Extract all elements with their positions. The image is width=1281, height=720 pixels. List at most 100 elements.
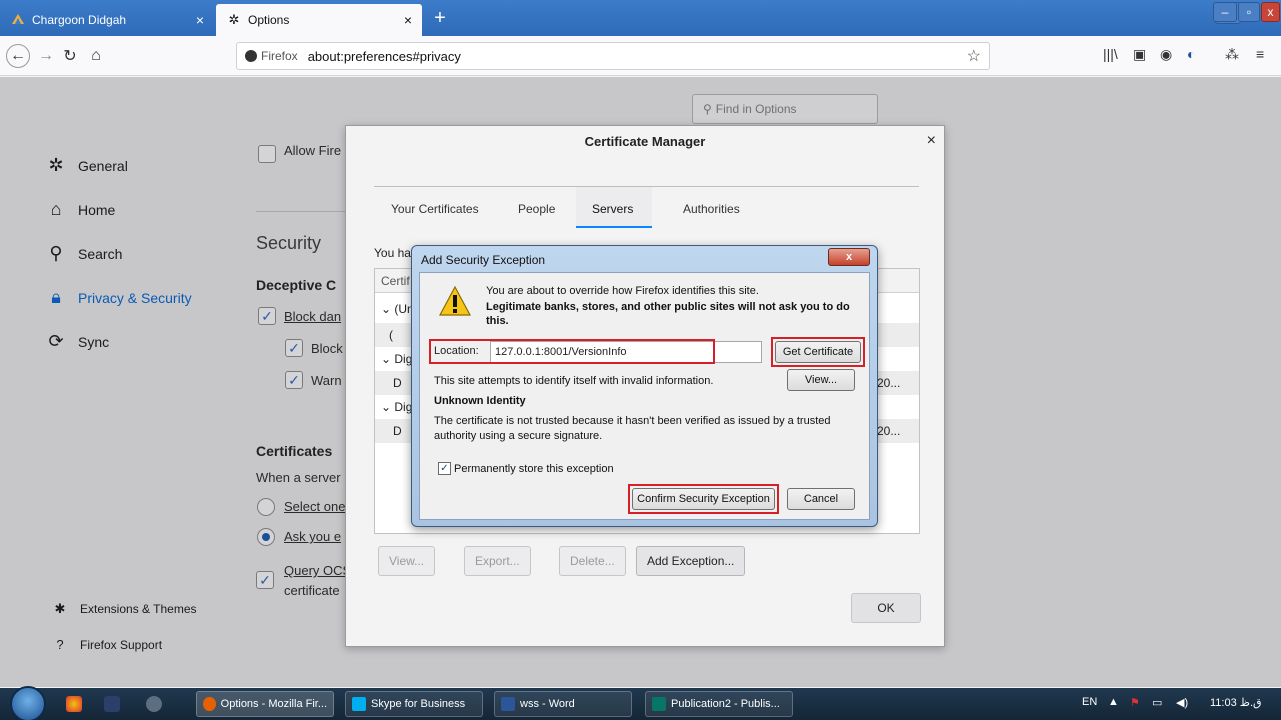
gear-icon: ✲: [48, 155, 64, 175]
row-tail: 20...: [877, 376, 901, 390]
search-icon: ⚲: [703, 102, 712, 116]
reload-icon[interactable]: ↻: [58, 44, 82, 68]
chrome-icon[interactable]: [66, 696, 82, 712]
bookmark-star-icon[interactable]: ☆: [967, 46, 981, 66]
security-heading: Security: [256, 233, 322, 253]
site-identity[interactable]: Firefox: [245, 49, 298, 63]
select-one-label: Select one: [284, 499, 346, 514]
permanent-checkbox[interactable]: ✓: [438, 462, 451, 475]
tab-people[interactable]: People: [518, 202, 555, 216]
tab-chargoon-didgah[interactable]: Chargoon Didgah ×: [0, 4, 214, 36]
flag-icon[interactable]: ⚑: [1130, 696, 1140, 709]
confirm-highlight: [628, 484, 779, 514]
tab-close-icon[interactable]: ×: [196, 12, 204, 28]
minimize-window-button[interactable]: –: [1213, 2, 1237, 22]
block-downloads-checkbox[interactable]: ✓: [285, 339, 303, 357]
language-indicator[interactable]: EN: [1082, 696, 1097, 708]
certificates-heading: Certificates: [256, 443, 333, 459]
export-button[interactable]: Export...: [464, 546, 531, 576]
find-in-options-input[interactable]: ⚲ Find in Options: [692, 94, 878, 124]
home-icon[interactable]: ⌂: [84, 44, 108, 68]
link-label: Extensions & Themes: [80, 602, 197, 616]
row-label: Dig: [394, 352, 413, 366]
invalid-info-text: This site attempts to identify itself wi…: [434, 375, 714, 387]
navigation-toolbar: ← → ↻ ⌂ Firefox about:preferences#privac…: [0, 36, 1281, 76]
home-icon: ⌂: [50, 199, 62, 219]
taskbar-item-skype[interactable]: Skype for Business: [345, 691, 483, 717]
close-window-button[interactable]: x: [1261, 2, 1280, 22]
find-placeholder: Find in Options: [715, 102, 797, 116]
url-bar[interactable]: Firefox about:preferences#privacy ☆: [236, 42, 990, 70]
ok-button[interactable]: OK: [851, 593, 921, 623]
row-tail: 20...: [877, 424, 901, 438]
close-icon[interactable]: x: [828, 248, 870, 266]
firefox-support-link[interactable]: ? Firefox Support: [52, 637, 162, 652]
browser-tab-bar: Chargoon Didgah × ✲ Options × + –: [0, 0, 1281, 36]
category-general[interactable]: ✲ General: [44, 155, 127, 176]
add-exception-button[interactable]: Add Exception...: [636, 546, 746, 576]
link-label: Firefox Support: [80, 637, 163, 652]
taskbar-item-word[interactable]: wss - Word: [494, 691, 632, 717]
library-icon[interactable]: |||\: [1103, 46, 1118, 62]
taskbar-label: Publication2 - Publis...: [671, 698, 780, 710]
tab-title: Options: [248, 13, 290, 27]
forward-arrow-icon[interactable]: →: [34, 44, 58, 68]
sidebar-icon[interactable]: ▣: [1133, 46, 1146, 63]
tab-authorities[interactable]: Authorities: [683, 202, 740, 216]
query-ocsp-checkbox[interactable]: ✓: [256, 571, 274, 589]
warn-checkbox[interactable]: ✓: [285, 371, 303, 389]
extension-icon[interactable]: ◐: [1187, 46, 1195, 62]
word-icon: [501, 697, 515, 711]
maximize-window-button[interactable]: ▫: [1238, 2, 1260, 22]
certificate-label: certificate: [284, 583, 340, 598]
taskbar-item-firefox[interactable]: Options - Mozilla Fir...: [196, 691, 334, 717]
windows-taskbar: Options - Mozilla Fir... Skype for Busin…: [0, 686, 1281, 720]
dialog-title: Add Security Exception: [421, 253, 546, 267]
media-icon[interactable]: [104, 696, 120, 712]
firefox-icon: [203, 697, 216, 711]
deceptive-content-heading: Deceptive C: [256, 277, 337, 293]
tab-close-icon[interactable]: ×: [404, 12, 412, 28]
ask-you-radio[interactable]: [257, 528, 275, 546]
close-icon[interactable]: ×: [927, 132, 936, 150]
block-dangerous-checkbox[interactable]: ✓: [258, 307, 276, 325]
category-privacy-security[interactable]: 🔒︎ Privacy & Security: [44, 287, 191, 308]
category-sync[interactable]: ⟳ Sync: [44, 331, 109, 352]
gear-icon: ✲: [228, 12, 240, 27]
tab-options[interactable]: ✲ Options ×: [216, 4, 422, 36]
volume-icon[interactable]: ◀): [1176, 696, 1188, 709]
puzzle-icon: ✱: [54, 601, 66, 616]
clock[interactable]: 11:03 ق.ظ: [1210, 696, 1262, 709]
dialog-title: Certificate Manager: [584, 134, 706, 149]
select-one-radio[interactable]: [257, 498, 275, 516]
category-search[interactable]: ⚲ Search: [44, 243, 122, 264]
addon-icon[interactable]: ⁂: [1225, 46, 1239, 63]
network-icon[interactable]: ▭: [1152, 696, 1162, 709]
url-text[interactable]: about:preferences#privacy: [308, 49, 461, 64]
taskbar-item-publisher[interactable]: Publication2 - Publis...: [645, 691, 793, 717]
view-button[interactable]: View...: [787, 369, 855, 391]
identity-label: Firefox: [261, 49, 298, 63]
sync-icon: ⟳: [48, 331, 64, 351]
delete-button[interactable]: Delete...: [559, 546, 626, 576]
account-icon[interactable]: ◉: [1160, 46, 1172, 63]
allow-checkbox[interactable]: [258, 145, 276, 163]
taskbar-label: Options - Mozilla Fir...: [220, 698, 327, 710]
block-downloads-label: Block: [311, 341, 343, 356]
block-dangerous-label: Block dan: [284, 309, 342, 324]
view-button[interactable]: View...: [378, 546, 436, 576]
tray-chevron-icon[interactable]: ▲: [1108, 696, 1119, 708]
tab-your-certificates[interactable]: Your Certificates: [391, 202, 479, 216]
tab-servers[interactable]: Servers: [592, 202, 633, 216]
extensions-themes-link[interactable]: ✱ Extensions & Themes: [52, 601, 197, 617]
app-icon[interactable]: [146, 696, 162, 712]
warn-label: Warn: [311, 373, 342, 388]
category-home[interactable]: ⌂ Home: [44, 199, 116, 220]
cancel-button[interactable]: Cancel: [787, 488, 855, 510]
new-tab-button[interactable]: +: [428, 6, 452, 30]
permanent-label: Permanently store this exception: [454, 463, 614, 475]
publisher-icon: [652, 697, 666, 711]
start-button[interactable]: [10, 686, 46, 720]
menu-icon[interactable]: ≡: [1256, 46, 1264, 62]
back-arrow-icon[interactable]: ←: [6, 44, 30, 68]
